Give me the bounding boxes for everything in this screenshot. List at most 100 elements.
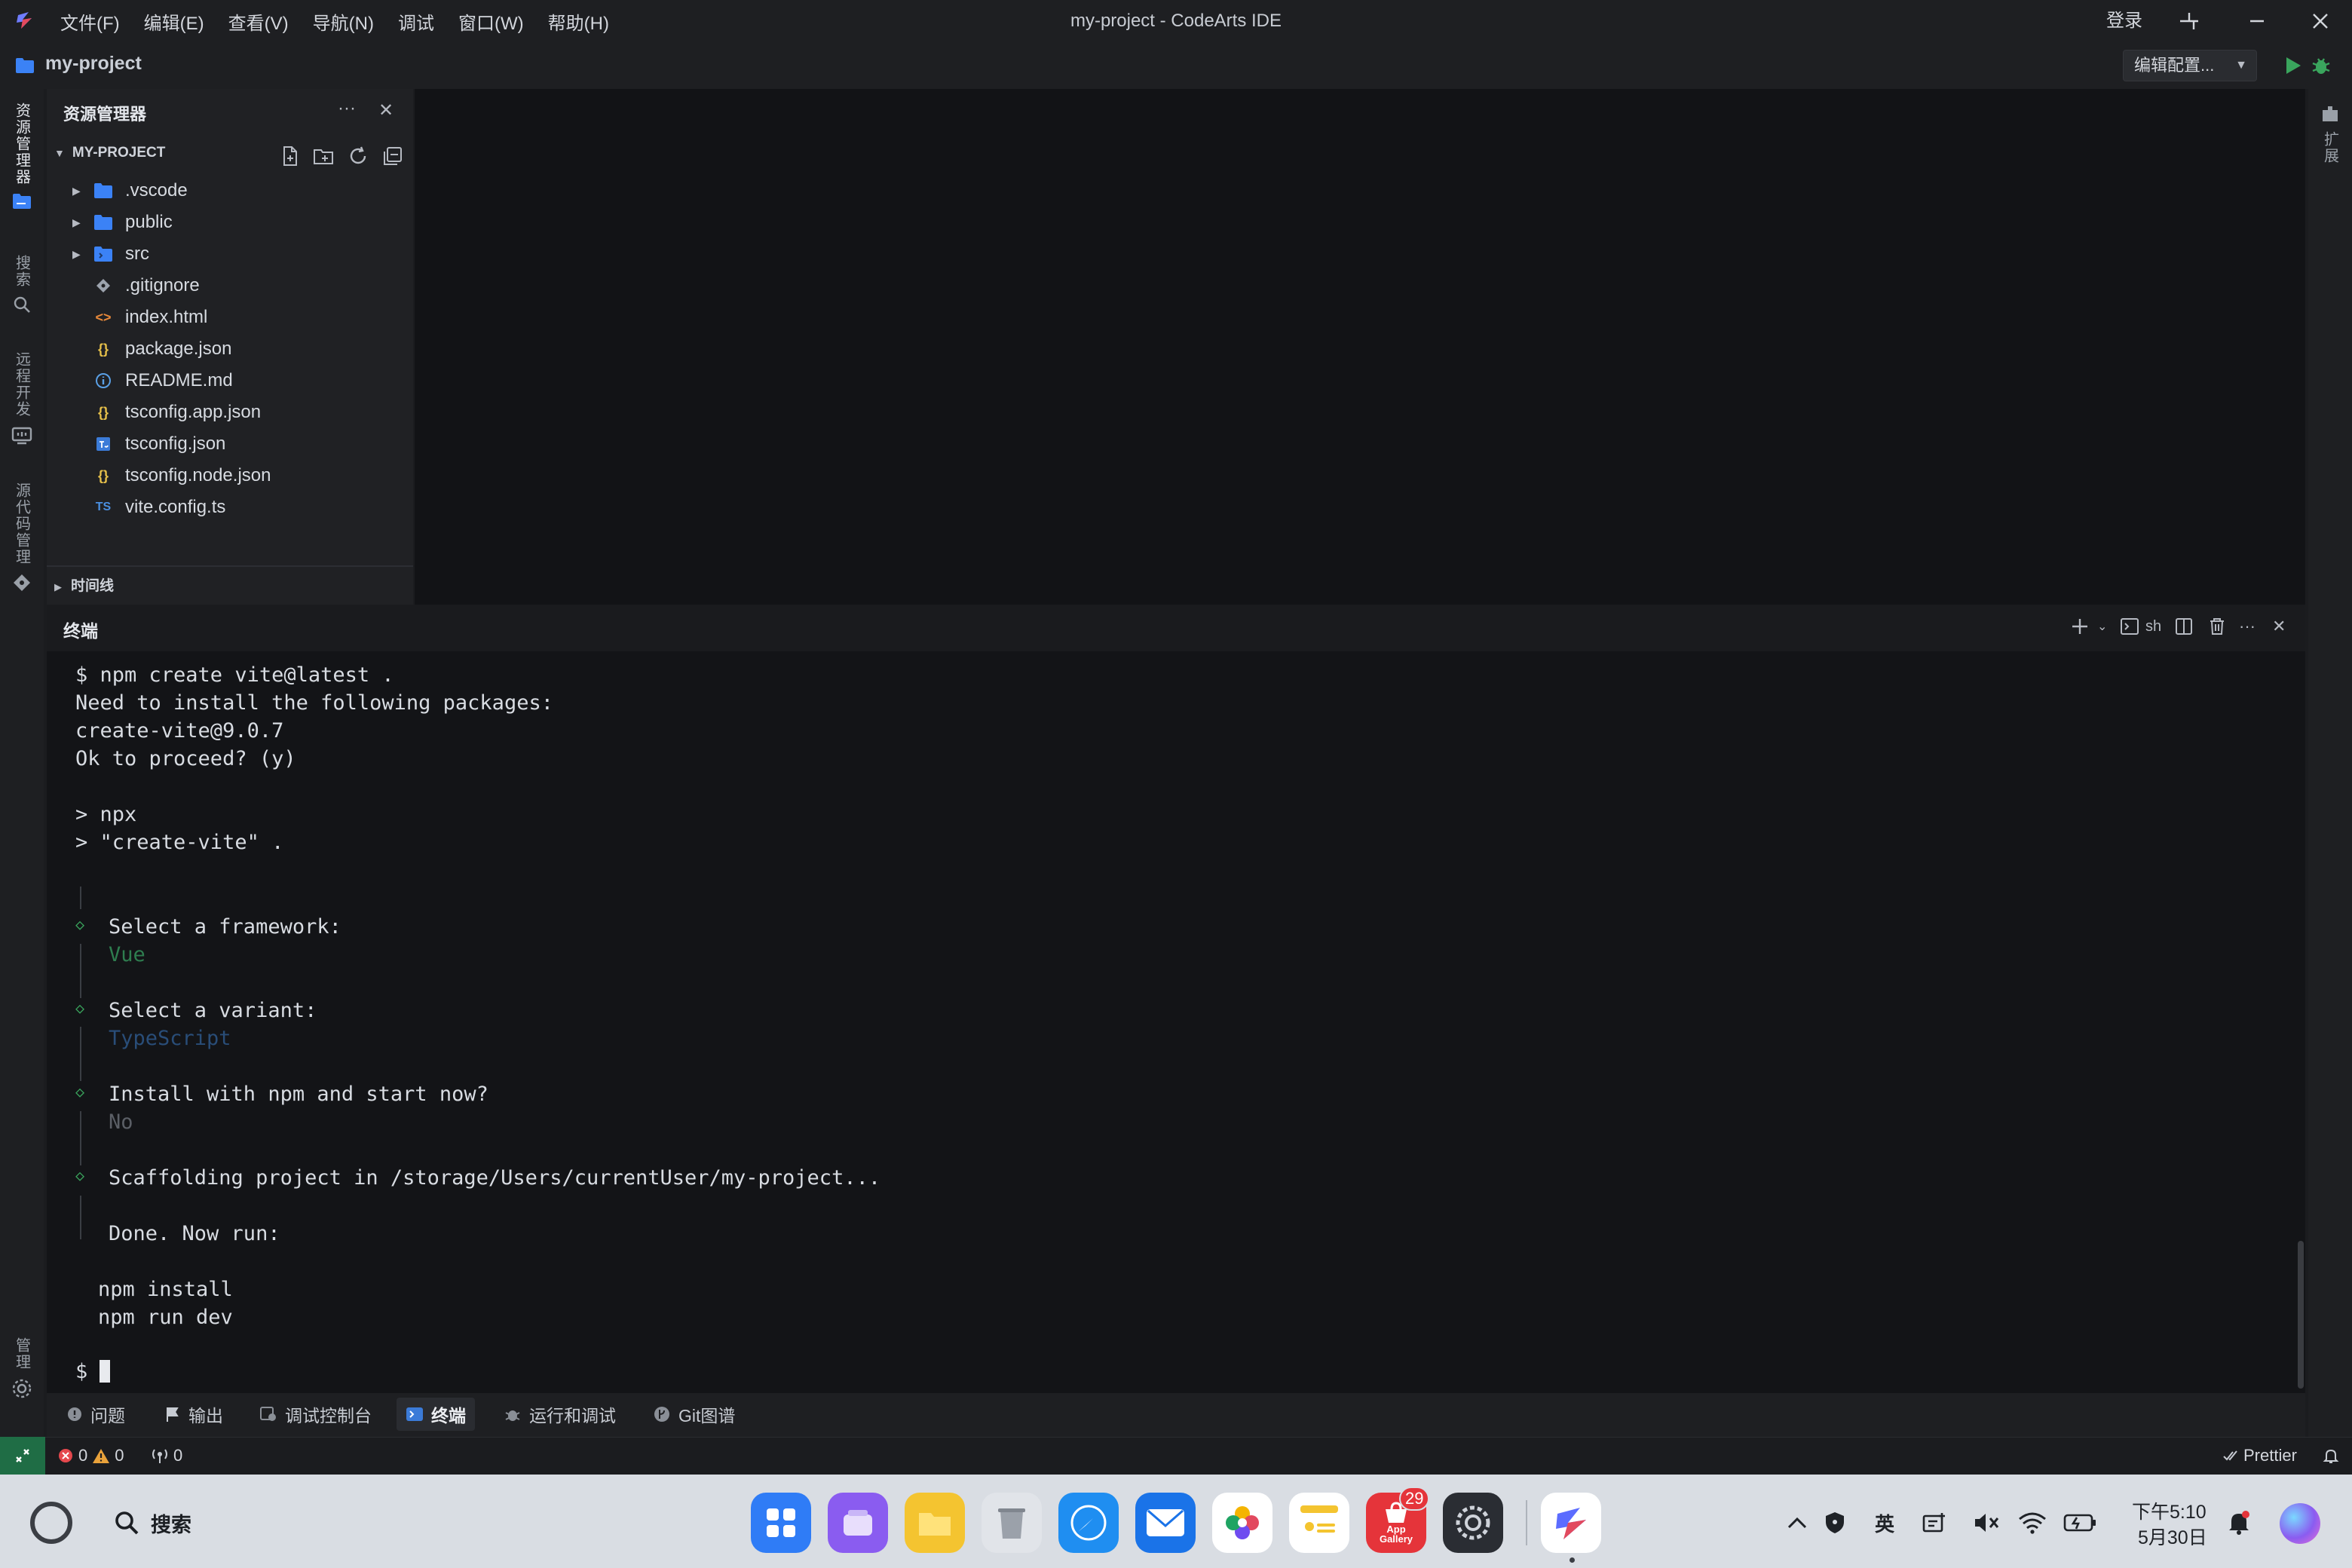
volume-muted-icon[interactable]	[1972, 1506, 2002, 1539]
run-config-select[interactable]: 编辑配置... ▼	[2123, 50, 2257, 81]
ime-indicator[interactable]: 英	[1870, 1506, 1900, 1539]
photos-icon[interactable]	[1212, 1493, 1272, 1553]
more-icon[interactable]: ···	[338, 98, 356, 119]
settings-icon[interactable]	[1443, 1493, 1503, 1553]
bell-icon[interactable]	[2322, 1437, 2340, 1475]
tab-debug-console[interactable]: 调试控制台	[250, 1398, 381, 1431]
layout-toggle-icon[interactable]	[2168, 0, 2210, 42]
terminal-cursor	[100, 1360, 110, 1383]
recycle-bin-icon[interactable]	[982, 1493, 1042, 1553]
tree-file-package-json[interactable]: {} package.json	[54, 333, 409, 365]
tab-terminal[interactable]: 终端	[397, 1398, 475, 1431]
close-panel-icon[interactable]: ✕	[2272, 615, 2286, 638]
activity-explorer[interactable]: 资源管理器	[9, 103, 35, 210]
split-terminal-icon[interactable]	[2174, 615, 2194, 638]
menu-window[interactable]: 窗口(W)	[458, 8, 524, 35]
clipboard-icon[interactable]	[1919, 1506, 1949, 1539]
new-file-icon[interactable]	[279, 145, 302, 167]
tab-git-graph[interactable]: Git图谱	[644, 1398, 744, 1431]
add-terminal-icon[interactable]	[2070, 615, 2090, 638]
activity-manage-label: 管理	[13, 1337, 30, 1370]
debug-icon[interactable]	[2310, 54, 2332, 77]
assistant-orb-icon[interactable]	[2280, 1503, 2320, 1544]
menu-edit[interactable]: 编辑(E)	[144, 8, 204, 35]
chevron-up-icon[interactable]	[1782, 1506, 1812, 1539]
activity-extensions[interactable]: 扩展	[2317, 104, 2343, 164]
tree-item-label: package.json	[125, 338, 232, 359]
tree-file-vite-config[interactable]: TS vite.config.ts	[54, 492, 409, 523]
close-window-icon[interactable]	[2299, 0, 2341, 42]
debug-console-icon	[260, 1407, 276, 1421]
more-icon[interactable]: ···	[2239, 615, 2256, 638]
multitask-icon[interactable]	[828, 1493, 888, 1553]
remote-indicator-icon[interactable]	[0, 1437, 45, 1475]
mail-icon[interactable]	[1135, 1493, 1196, 1553]
start-button[interactable]	[30, 1502, 72, 1544]
menu-debug[interactable]: 调试	[398, 8, 434, 35]
menu-help[interactable]: 帮助(H)	[548, 8, 609, 35]
terminal-line: No	[109, 1110, 133, 1134]
tree-file-index-html[interactable]: <> index.html	[54, 302, 409, 333]
menu-file[interactable]: 文件(F)	[60, 8, 120, 35]
activity-manage[interactable]: 管理	[9, 1337, 35, 1399]
taskbar-search[interactable]: 搜索	[113, 1505, 191, 1541]
project-tree-header[interactable]: ▼ MY-PROJECT	[54, 145, 165, 161]
chevron-down-icon: ▼	[2235, 59, 2247, 72]
wifi-icon[interactable]	[2016, 1506, 2049, 1539]
tab-output[interactable]: 输出	[155, 1398, 232, 1431]
tab-label: 问题	[90, 1406, 125, 1426]
browser-icon[interactable]	[1058, 1493, 1119, 1553]
project-name[interactable]: my-project	[45, 53, 142, 75]
git-graph-icon	[654, 1407, 669, 1422]
search-icon	[115, 1511, 139, 1535]
notes-icon[interactable]	[1289, 1493, 1349, 1553]
tree-folder-public[interactable]: ▶ public	[54, 207, 409, 238]
problems-status[interactable]: 0 0	[57, 1437, 124, 1475]
ports-status[interactable]: 0	[151, 1437, 182, 1475]
terminal-line: > npx	[75, 803, 137, 826]
terminal-scrollbar[interactable]	[2298, 1241, 2304, 1389]
close-icon[interactable]: ✕	[378, 100, 394, 121]
tab-problems[interactable]: 问题	[57, 1398, 134, 1431]
json-icon: {}	[97, 467, 109, 483]
clock-date[interactable]: 5月30日	[2138, 1523, 2207, 1550]
tree-folder-src[interactable]: ▶ src	[54, 238, 409, 270]
tree-file-readme[interactable]: README.md	[54, 365, 409, 397]
refresh-icon[interactable]	[347, 145, 369, 167]
tree-item-label: public	[125, 212, 173, 232]
tree-folder-vscode[interactable]: ▶ .vscode	[54, 175, 409, 207]
timeline-section[interactable]: ▶ 时间线	[54, 574, 114, 595]
tree-file-gitignore[interactable]: .gitignore	[54, 270, 409, 302]
tab-label: 输出	[188, 1406, 223, 1426]
collapse-all-icon[interactable]	[381, 145, 404, 167]
editor-area[interactable]	[415, 89, 2305, 605]
activity-scm[interactable]: 源代码管理	[9, 482, 35, 593]
app-launcher-icon[interactable]	[751, 1493, 811, 1553]
battery-icon[interactable]	[2061, 1506, 2099, 1539]
tree-file-tsconfig-app[interactable]: {} tsconfig.app.json	[54, 397, 409, 428]
activity-remote[interactable]: 远程开发	[9, 351, 35, 446]
flag-icon	[167, 1407, 179, 1422]
files-icon[interactable]	[905, 1493, 965, 1553]
chevron-down-icon[interactable]: ⌄	[2097, 615, 2107, 638]
login-button[interactable]: 登录	[2106, 0, 2142, 42]
menu-navigate[interactable]: 导航(N)	[313, 8, 374, 35]
trash-icon[interactable]	[2207, 615, 2227, 638]
notification-bell-icon[interactable]	[2224, 1506, 2254, 1539]
shell-selector[interactable]: sh	[2120, 615, 2161, 638]
tab-label: 终端	[431, 1406, 466, 1426]
prompt-guide	[80, 1027, 81, 1081]
tree-file-tsconfig[interactable]: tsconfig.json	[54, 428, 409, 460]
project-tree-label: MY-PROJECT	[72, 145, 166, 161]
tree-file-tsconfig-node[interactable]: {} tsconfig.node.json	[54, 460, 409, 492]
activity-search[interactable]: 搜索	[9, 255, 35, 314]
tab-run-debug[interactable]: 运行和调试	[495, 1398, 625, 1431]
shield-icon[interactable]	[1820, 1506, 1850, 1539]
prettier-status[interactable]: Prettier	[2222, 1437, 2297, 1475]
new-folder-icon[interactable]	[312, 145, 335, 167]
clock-time[interactable]: 下午5:10	[2132, 1497, 2207, 1524]
menu-view[interactable]: 查看(V)	[228, 8, 289, 35]
codearts-app-icon[interactable]	[1541, 1493, 1601, 1553]
run-icon[interactable]	[2284, 56, 2302, 75]
minimize-icon[interactable]	[2236, 0, 2278, 42]
